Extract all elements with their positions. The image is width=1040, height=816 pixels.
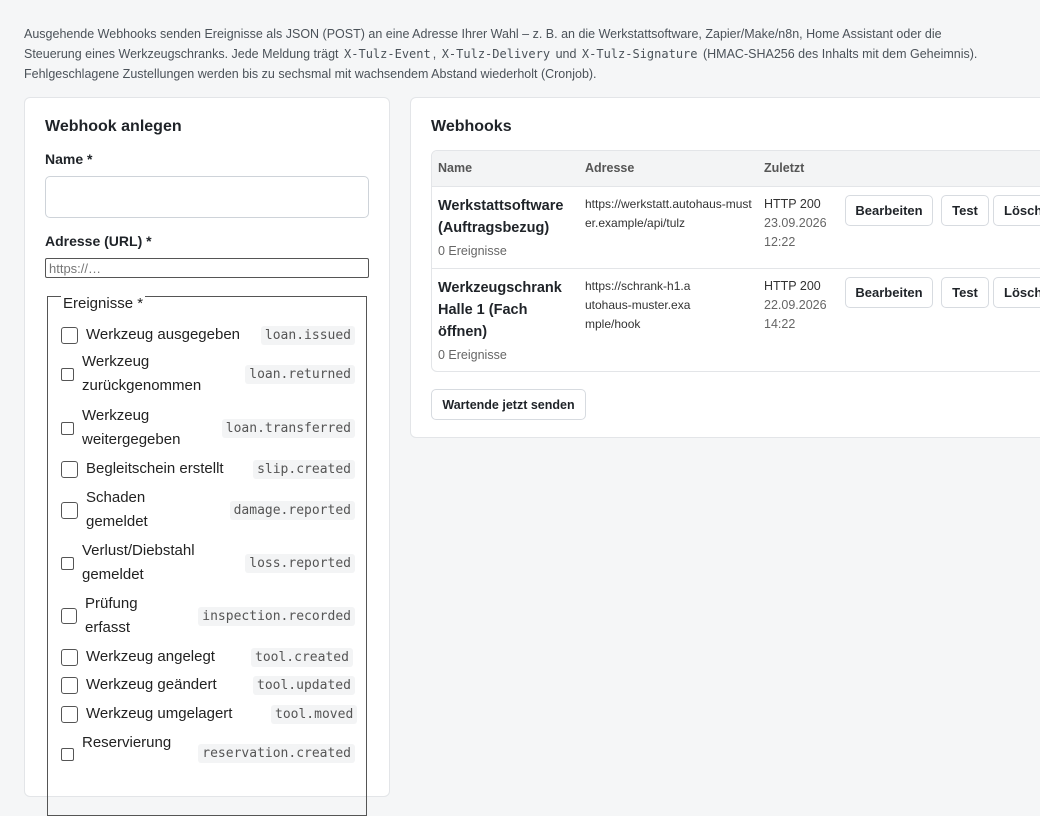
name-input[interactable] (45, 176, 369, 218)
col-name: Name (438, 161, 473, 175)
event-row-tool-updated[interactable]: Werkzeug geändert tool.updated (61, 672, 361, 698)
webhooks-card: Webhooks Name Adresse Zuletzt Werkstatts… (410, 97, 1040, 438)
event-code: loan.transferred (221, 418, 355, 438)
delete-button[interactable]: Lösch (993, 277, 1040, 308)
event-checkbox[interactable] (61, 676, 78, 694)
event-label: Begleitschein erstellt (86, 460, 224, 477)
event-code: loan.returned (245, 364, 355, 384)
event-row-loan-returned[interactable]: Werkzeug zurückgenommen loan.returned (61, 350, 361, 398)
status-time: 14:22 (764, 317, 796, 331)
event-label: Reservierung (82, 734, 172, 751)
event-checkbox[interactable] (61, 648, 78, 666)
name-label: Name * (45, 151, 93, 167)
url-label: Adresse (URL) * (45, 233, 152, 249)
intro-sep: , (432, 47, 437, 61)
events-legend: Ereignisse * (61, 295, 146, 312)
webhook-url: https://werkstatt.autohaus-muster.exampl… (585, 197, 752, 230)
test-button[interactable]: Test (941, 195, 989, 226)
event-code: damage.reported (229, 500, 355, 520)
send-pending-button[interactable]: Wartende jetzt senden (431, 389, 586, 420)
header-signature-code: X-Tulz-Signature (581, 47, 698, 61)
event-row-loan-transferred[interactable]: Werkzeug weitergegeben loan.transferred (61, 404, 361, 452)
event-checkbox[interactable] (61, 367, 74, 381)
list-title: Webhooks (431, 118, 512, 135)
event-label: Verlust/Diebstahl gemeldet (82, 542, 195, 583)
event-row-tool-created[interactable]: Werkzeug angelegt tool.created (61, 644, 357, 670)
event-row-loan-issued[interactable]: Werkzeug ausgegeben loan.issued (61, 322, 361, 348)
event-checkbox[interactable] (61, 421, 74, 435)
intro-text: Ausgehende Webhooks senden Ereignisse al… (24, 24, 1024, 84)
event-code: inspection.recorded (198, 606, 355, 626)
col-last: Zuletzt (764, 161, 805, 175)
create-webhook-card: Webhook anlegen Name * Adresse (URL) * E… (24, 97, 390, 816)
event-checkbox[interactable] (61, 326, 78, 344)
col-address: Adresse (585, 161, 635, 175)
intro-and: und (555, 47, 577, 61)
event-code: tool.updated (253, 675, 355, 695)
event-row-tool-moved[interactable]: Werkzeug umgelagert tool.moved (61, 701, 361, 727)
test-button[interactable]: Test (941, 277, 989, 308)
event-label: Werkzeug zurückgenommen (82, 353, 202, 394)
intro-line-2-end: (HMAC-SHA256 des Inhalts mit dem Geheimn… (702, 47, 978, 61)
webhook-name: Werkzeugschrank Halle 1 (Fach öffnen) (438, 280, 562, 340)
event-code: loss.reported (245, 553, 355, 573)
webhook-last-status: HTTP 200 23.09.2026 12:22 (764, 195, 827, 252)
event-label: Werkzeug angelegt (86, 648, 215, 665)
delete-button[interactable]: Lösch (993, 195, 1040, 226)
event-checkbox[interactable] (61, 705, 78, 723)
header-event-code: X-Tulz-Event (344, 47, 431, 61)
table-row: Werkzeugschrank Halle 1 (Fach öffnen) 0 … (432, 269, 1040, 371)
event-label: Werkzeug weitergegeben (82, 407, 181, 448)
webhook-name: Werkstattsoftware (Auftragsbezug) (438, 198, 564, 236)
url-input[interactable] (45, 258, 369, 278)
event-row-loss-reported[interactable]: Verlust/Diebstahl gemeldet loss.reported (61, 539, 361, 587)
webhooks-table: Name Adresse Zuletzt Werkstattsoftware (… (431, 150, 1040, 372)
status-date: 22.09.2026 (764, 298, 827, 312)
event-label: Werkzeug ausgegeben (86, 326, 240, 343)
intro-line-1: Ausgehende Webhooks senden Ereignisse al… (24, 27, 942, 41)
table-header (432, 151, 1040, 186)
event-code: tool.moved (271, 704, 358, 724)
intro-line-3: Fehlgeschlagene Zustellungen werden bis … (24, 67, 597, 81)
status-time: 12:22 (764, 235, 796, 249)
status-code: HTTP 200 (764, 279, 821, 293)
event-label: Schaden gemeldet (86, 489, 148, 530)
event-row-damage-reported[interactable]: Schaden gemeldet damage.reported (61, 486, 361, 534)
edit-button[interactable]: Bearbeiten (845, 195, 933, 226)
event-code: tool.created (251, 647, 353, 667)
webhook-event-count: 0 Ereignisse (438, 348, 507, 362)
header-delivery-code: X-Tulz-Delivery (441, 47, 551, 61)
event-code: reservation.created (198, 744, 355, 763)
webhook-last-status: HTTP 200 22.09.2026 14:22 (764, 277, 827, 334)
table-row: Werkstattsoftware (Auftragsbezug) 0 Erei… (432, 187, 1040, 268)
event-row-inspection-recorded[interactable]: Prüfung erfasst inspection.recorded (61, 592, 361, 640)
event-checkbox[interactable] (61, 460, 78, 478)
webhook-url: https://schrank-h1.autohaus-muster.examp… (585, 279, 691, 331)
intro-line-2-text: Steuerung eines Werkzeugschranks. Jede M… (24, 47, 339, 61)
status-date: 23.09.2026 (764, 216, 827, 230)
event-checkbox[interactable] (61, 556, 74, 570)
event-checkbox[interactable] (61, 501, 78, 519)
intro-line-2: Steuerung eines Werkzeugschranks. Jede M… (24, 44, 1024, 64)
event-label: Werkzeug geändert (86, 676, 217, 693)
status-code: HTTP 200 (764, 197, 821, 211)
edit-button[interactable]: Bearbeiten (845, 277, 933, 308)
event-checkbox[interactable] (61, 608, 77, 624)
event-checkbox[interactable] (61, 748, 74, 761)
event-label: Werkzeug umgelagert (86, 705, 233, 722)
event-code: loan.issued (260, 325, 355, 345)
form-title: Webhook anlegen (45, 118, 182, 135)
event-label: Prüfung erfasst (85, 595, 138, 636)
event-row-slip-created[interactable]: Begleitschein erstellt slip.created (61, 456, 361, 482)
webhook-event-count: 0 Ereignisse (438, 244, 507, 258)
event-code: slip.created (253, 459, 355, 479)
